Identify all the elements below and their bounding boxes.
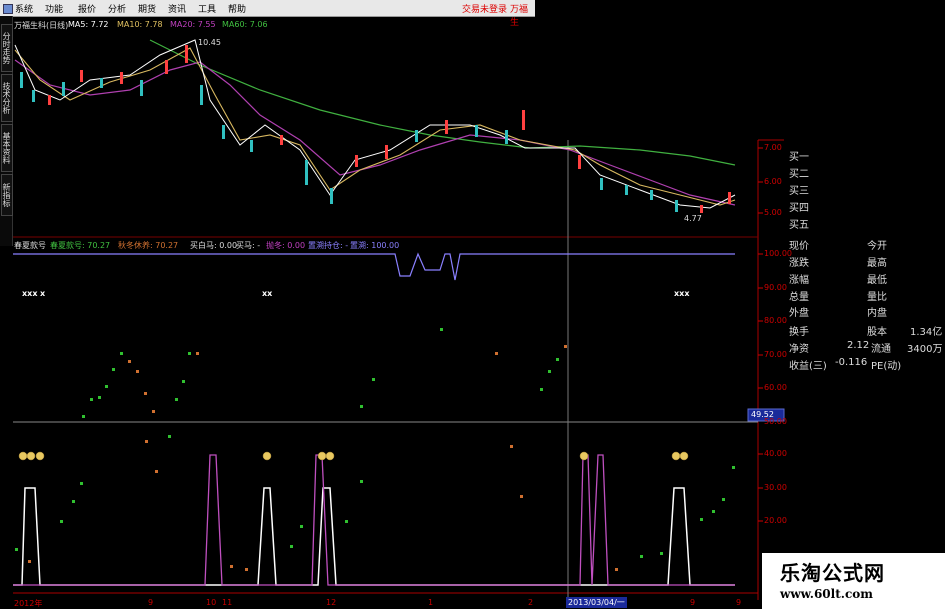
quote-label-float: 流通 [871, 344, 891, 355]
quote-label-shares: 股本 [867, 327, 887, 338]
quote-label-outer: 外盘 [789, 308, 809, 319]
x-label-11: 11 [222, 598, 233, 607]
quote-value-eps: -0.116 [835, 357, 868, 368]
order-bid-3: 买三 [789, 186, 809, 197]
order-bid-1: 买一 [789, 152, 809, 163]
x-label-1: 1 [428, 598, 434, 607]
quote-value-netasset: 2.12 [847, 340, 870, 351]
indicator-sell: 抛冬: 0.00 [266, 241, 306, 250]
quote-label-low: 最低 [867, 275, 887, 286]
indicator-autumn: 秋冬休养: 70.27 [118, 241, 179, 250]
quote-value-shares: 1.34亿 [910, 327, 943, 338]
indicator-hold: 置溯持仓: - [308, 241, 349, 250]
indicator-buy-white: 买白马: 0.00 [190, 241, 238, 250]
x-label-12: 12 [326, 598, 337, 607]
ma10-line [14, 47, 736, 206]
low-price-label: 4.77 [684, 214, 702, 223]
quote-label-volratio: 量比 [867, 292, 887, 303]
ma10-label: MA10: 7.78 [117, 20, 163, 29]
quote-label-eps: 收益(三) [789, 361, 827, 372]
indicator-buy: 买马: - [236, 241, 261, 250]
quote-label-pct: 涨幅 [789, 275, 809, 286]
quote-label-inner: 内盘 [867, 308, 887, 319]
xx-mark-1: xxx [22, 289, 38, 298]
quote-label-high: 最高 [867, 258, 887, 269]
ind-axis-100: 100.00 [764, 249, 792, 258]
watermark: 乐淘公式网 www.60lt.com [762, 553, 945, 609]
x-label-10: 10 [206, 598, 217, 607]
x-label-9: 9 [148, 598, 154, 607]
quote-label-netasset: 净资 [789, 344, 809, 355]
indicator-spring: 春夏款号: 70.27 [50, 241, 111, 250]
x-label-9c: 9 [736, 598, 742, 607]
x-label-2: 2 [528, 598, 534, 607]
purple-pulse-line [13, 454, 735, 586]
watermark-title: 乐淘公式网 [780, 561, 885, 585]
order-bid-4: 买四 [789, 203, 809, 214]
ind-axis-40: 40.00 [764, 449, 787, 458]
upper-dot-series [82, 328, 567, 418]
lower-dot-series [15, 435, 735, 571]
quote-label-turnover: 换手 [789, 327, 809, 338]
price-axis-7: 7.00 [764, 143, 782, 152]
indicator-trace: 置溯: 100.00 [350, 241, 400, 250]
crosshair-date: 2013/03/04/一 [566, 597, 627, 608]
ind-axis-70: 70.00 [764, 350, 787, 359]
ind-axis-90: 90.00 [764, 283, 787, 292]
x-label-2012: 2012年 [14, 599, 43, 608]
ma60-label: MA60: 7.06 [222, 20, 268, 29]
white-pulse-line [13, 487, 735, 586]
quote-value-float: 3400万 [907, 344, 943, 355]
stock-title: 万福生科(日线) [14, 21, 69, 30]
quote-label-price: 现价 [789, 241, 809, 252]
indicator-name: 春夏款号 [14, 241, 46, 250]
ind-axis-30: 30.00 [764, 483, 787, 492]
price-axis-5: 5.00 [764, 208, 782, 217]
ind-axis-80: 80.00 [764, 316, 787, 325]
xx-mark-2: x [40, 289, 46, 298]
crosshair-value: 49.52 [751, 410, 774, 419]
high-price-label: 10.45 [198, 38, 221, 47]
watermark-url: www.60lt.com [780, 587, 873, 601]
x-label-9b: 9 [690, 598, 696, 607]
candles [20, 45, 731, 213]
order-bid-5: 买五 [789, 220, 809, 231]
quote-label-pe: PE(动) [871, 361, 902, 372]
ma60-line [149, 39, 736, 166]
ind-axis-20: 20.00 [764, 516, 787, 525]
quote-label-volume: 总量 [789, 292, 809, 303]
quote-label-change: 涨跌 [789, 258, 809, 269]
xx-mark-3: xx [262, 289, 273, 298]
ma5-label: MA5: 7.72 [68, 20, 109, 29]
order-bid-2: 买二 [789, 169, 809, 180]
ind-axis-60: 60.00 [764, 383, 787, 392]
ma20-label: MA20: 7.55 [170, 20, 216, 29]
indicator-band [13, 252, 735, 281]
price-axis-6: 6.00 [764, 177, 782, 186]
quote-label-open: 今开 [867, 241, 887, 252]
xx-mark-4: xxx [674, 289, 690, 298]
